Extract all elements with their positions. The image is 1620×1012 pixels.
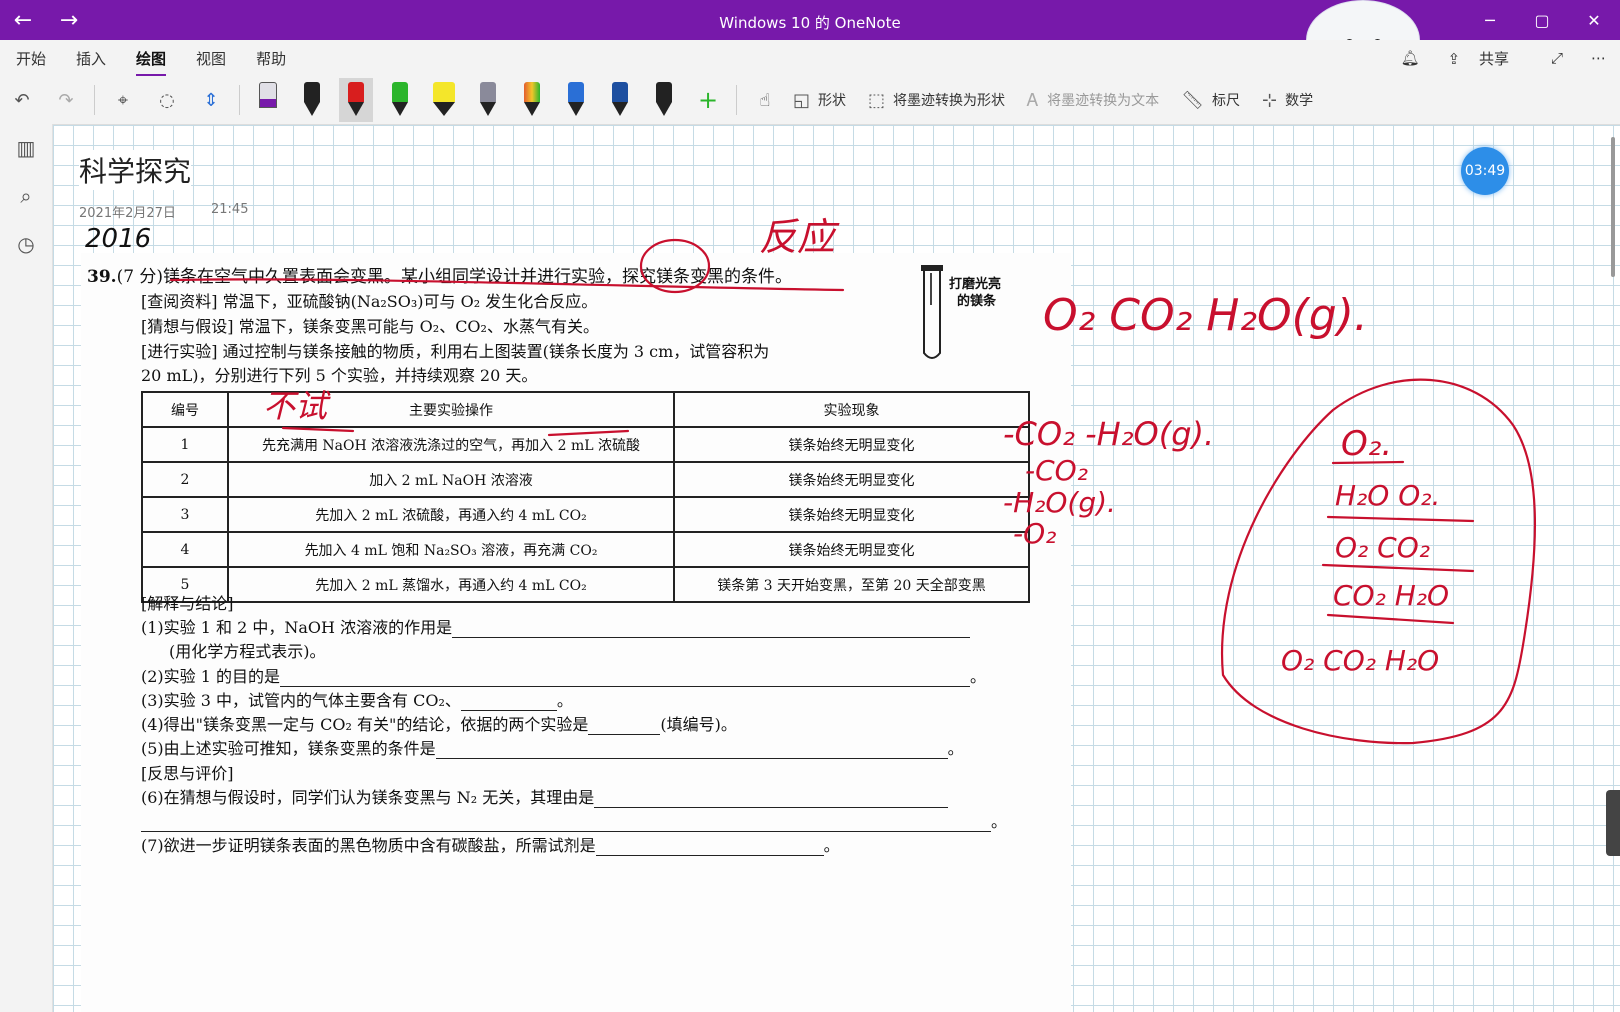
math-label: 数学 [1285,93,1314,109]
add-pen-icon[interactable]: + [690,80,726,120]
minimize-button[interactable]: ─ [1464,0,1516,40]
ruler-label: 标尺 [1212,93,1240,109]
tab-home[interactable]: 开始 [16,44,46,73]
undo-icon[interactable]: ↶ [4,80,40,120]
ink-minus-co2: -CO₂ [1025,454,1088,487]
pen-black-1[interactable] [295,78,329,122]
pen-rainbow[interactable] [515,78,549,122]
draw-toolbar: ↶ ↷ ⌖ ◌ ⇕ + ☝ ◱ 形状 ⬚ 将墨迹转换为形状 Ꭺ 将墨迹转换为文本 📏︎… [0,76,1620,125]
ink-fraction-line [1326,515,1475,523]
note-canvas[interactable]: 科学探究 2021年2月27日 21:45 03:49 39.(7 分)镁条在空… [53,125,1620,1012]
ink-minus-o2: -O₂ [1013,517,1056,550]
close-button[interactable]: ✕ [1568,0,1620,40]
ink-fraction-line [1321,563,1475,573]
tab-help[interactable]: 帮助 [256,44,286,73]
toolbar-divider [736,85,737,115]
ruler-button[interactable]: 📏︎ 标尺 [1181,90,1240,111]
search-icon[interactable]: ⌕ [0,172,52,220]
add-space-icon[interactable]: ⇕ [193,80,229,120]
pen-galaxy[interactable] [471,78,505,122]
ink-to-shape-icon: ⬚ [868,89,886,111]
ink-to-shape-label: 将墨迹转换为形状 [893,93,1006,109]
share-button[interactable]: ⇪ 共享 [1448,48,1523,69]
ink-minus-line: -CO₂ -H₂O(g). [1003,415,1214,453]
more-options-icon[interactable]: ⋯ [1591,49,1606,67]
math-icon: ⊹ [1262,89,1278,111]
ink-gases: O₂ CO₂ H₂O(g). [1043,290,1368,341]
ink-circle-mark [639,238,711,294]
tab-view[interactable]: 视图 [196,44,226,73]
ink-circle-row-5: O₂ CO₂ H₂O [1281,644,1439,677]
ink-to-text-label: 将墨迹转换为文本 [1047,93,1160,109]
shapes-button[interactable]: ◱ 形状 [793,90,846,111]
pen-blue[interactable] [559,78,593,122]
ink-circle-row-4: CO₂ H₂O [1333,579,1449,612]
pen-red[interactable] [339,78,373,122]
ink-underline [281,426,630,437]
eraser-tool[interactable] [251,78,285,122]
ink-layer[interactable]: 反应 不试 O₂ CO₂ H₂O(g). -CO₂ -H₂O(g). -CO₂ … [53,125,1620,1012]
shapes-icon: ◱ [793,89,811,111]
ink-table-note: 不试 [263,387,331,425]
highlighter-yellow[interactable] [427,78,461,122]
forward-button[interactable]: → [46,0,92,40]
vertical-scrollbar[interactable] [1611,137,1615,277]
share-label: 共享 [1478,49,1509,68]
tab-insert[interactable]: 插入 [76,44,106,73]
ink-fraction-line [1326,613,1455,625]
ribbon-tabs: 开始 插入 绘图 视图 帮助 🔔︎ ⇪ 共享 ⤢ ⋯ [0,40,1620,77]
ink-circle-row-2: H₂O O₂. [1335,479,1440,512]
recent-notes-icon[interactable]: ◷ [0,220,52,268]
ink-circle-row-3: O₂ CO₂ [1335,531,1430,564]
ink-to-text-button[interactable]: Ꭺ 将墨迹转换为文本 [1027,90,1159,111]
maximize-button[interactable]: ▢ [1516,0,1568,40]
redo-icon[interactable]: ↷ [48,80,84,120]
ink-underline [169,278,845,292]
side-panel-handle[interactable] [1606,790,1620,856]
toolbar-divider [94,85,95,115]
ink-top-word: 反应 [759,215,840,259]
lasso-select-icon[interactable]: ◌ [149,80,185,120]
touch-draw-icon[interactable]: ☝ [747,80,783,120]
ink-year-scrawl: 2016 [85,224,151,254]
notebooks-icon[interactable]: ▥ [0,124,52,172]
ink-minus-h2o: -H₂O(g). [1003,486,1116,519]
math-button[interactable]: ⊹ 数学 [1262,90,1313,111]
pen-black-2[interactable] [647,78,681,122]
type-select-icon[interactable]: ⌖ [105,80,141,120]
notification-bell-icon[interactable]: 🔔︎ [1401,49,1420,67]
ink-circle-row-1: O₂. [1341,424,1392,464]
tab-draw[interactable]: 绘图 [136,44,167,77]
toolbar-divider [239,85,240,115]
pen-darkblue[interactable] [603,78,637,122]
pen-green[interactable] [383,78,417,122]
fullscreen-icon[interactable]: ⤢ [1551,49,1563,67]
shapes-label: 形状 [818,93,847,109]
ink-to-shape-button[interactable]: ⬚ 将墨迹转换为形状 [868,90,1005,111]
back-button[interactable]: ← [0,0,46,40]
ruler-icon: 📏︎ [1181,89,1204,111]
ink-to-text-icon: Ꭺ [1027,89,1040,111]
left-rail: ▥ ⌕ ◷ [0,124,53,1012]
